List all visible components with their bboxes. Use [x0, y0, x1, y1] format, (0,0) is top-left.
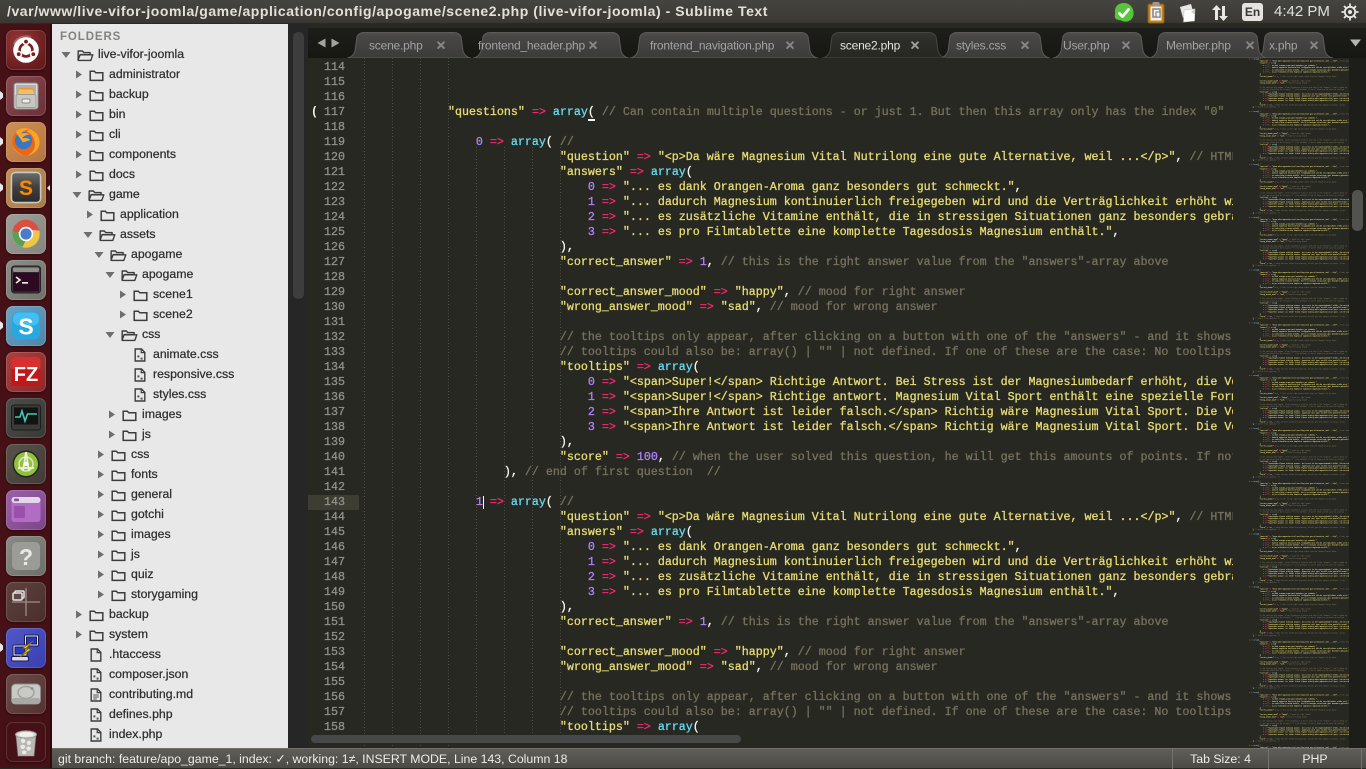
svg-text:Member.php: Member.php: [1166, 39, 1231, 53]
svg-text:scene.php: scene.php: [369, 39, 423, 53]
svg-text:?: ?: [19, 544, 33, 570]
svg-text:User.php: User.php: [1063, 39, 1110, 53]
svg-text:frontend_header.php: frontend_header.php: [478, 39, 585, 53]
svg-text:scene2.php: scene2.php: [840, 39, 901, 53]
svg-text:S: S: [18, 314, 33, 340]
svg-text:x.php: x.php: [1269, 39, 1298, 53]
svg-text:frontend_navigation.php: frontend_navigation.php: [650, 39, 775, 53]
svg-text:S: S: [19, 177, 33, 200]
svg-text:styles.css: styles.css: [956, 39, 1006, 53]
svg-text:FZ: FZ: [14, 364, 38, 386]
